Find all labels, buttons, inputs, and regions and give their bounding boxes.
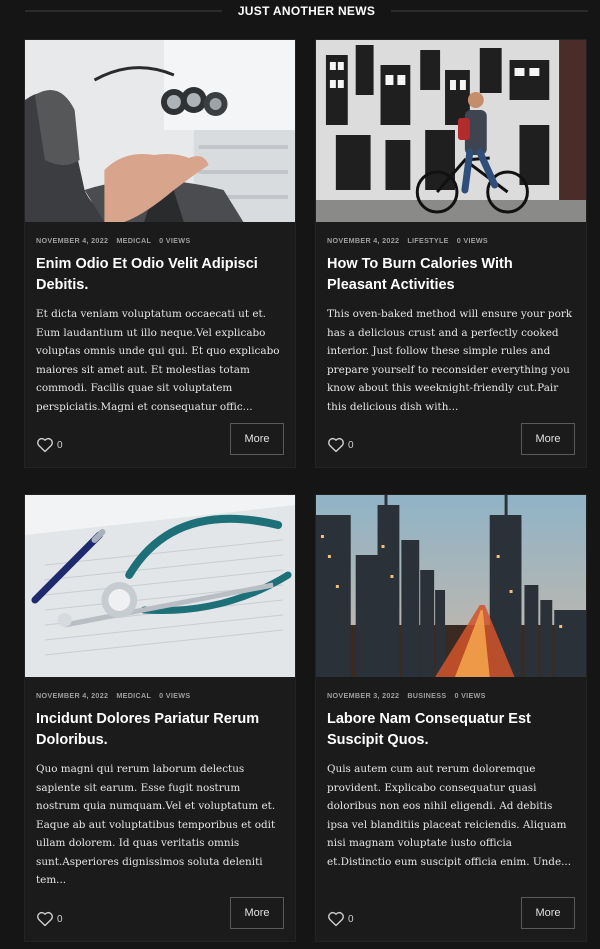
- like-count: 0: [57, 439, 63, 451]
- post-meta: NOVEMBER 3, 2022 BUSINESS 0 VIEWS: [327, 691, 574, 700]
- post-views: 0 VIEWS: [159, 691, 191, 700]
- section-title: JUST ANOTHER NEWS: [237, 4, 376, 18]
- more-button[interactable]: More: [230, 423, 284, 455]
- post-title[interactable]: Incidunt Dolores Pariatur Rerum Doloribu…: [36, 709, 283, 751]
- post-excerpt: Quis autem cum aut rerum doloremque prov…: [327, 763, 572, 868]
- like-count: 0: [348, 913, 354, 925]
- post-meta: NOVEMBER 4, 2022 MEDICAL 0 VIEWS: [36, 691, 283, 700]
- header-divider-left: [25, 10, 222, 12]
- post-image-city-skyline[interactable]: [316, 495, 586, 677]
- post-footer: 0 More: [36, 896, 284, 929]
- post-image-stethoscope[interactable]: [25, 495, 295, 677]
- post-card-2: NOVEMBER 4, 2022 LIFESTYLE 0 VIEWS How T…: [315, 39, 587, 468]
- post-views: 0 VIEWS: [159, 236, 191, 245]
- post-card-1: NOVEMBER 4, 2022 MEDICAL 0 VIEWS Enim Od…: [24, 39, 296, 468]
- post-category[interactable]: MEDICAL: [116, 236, 151, 245]
- heart-icon: [328, 437, 344, 453]
- heart-icon: [37, 437, 53, 453]
- post-date[interactable]: NOVEMBER 4, 2022: [36, 236, 108, 245]
- like-count: 0: [57, 913, 63, 925]
- post-date[interactable]: NOVEMBER 4, 2022: [327, 236, 399, 245]
- heart-icon: [328, 911, 344, 927]
- post-excerpt: Et dicta veniam voluptatum occaecati ut …: [36, 308, 280, 413]
- post-footer: 0 More: [327, 422, 575, 455]
- heart-icon: [37, 911, 53, 927]
- post-footer: 0 More: [327, 896, 575, 929]
- post-category[interactable]: BUSINESS: [407, 691, 446, 700]
- post-date[interactable]: NOVEMBER 3, 2022: [327, 691, 399, 700]
- post-image-dental-equipment[interactable]: [25, 40, 295, 222]
- like-control[interactable]: 0: [327, 911, 354, 927]
- like-control[interactable]: 0: [327, 437, 354, 453]
- section-header: JUST ANOTHER NEWS: [25, 0, 588, 22]
- post-image-cyclist-mural[interactable]: [316, 40, 586, 222]
- post-category[interactable]: MEDICAL: [116, 691, 151, 700]
- post-date[interactable]: NOVEMBER 4, 2022: [36, 691, 108, 700]
- post-title[interactable]: Labore Nam Consequatur Est Suscipit Quos…: [327, 709, 574, 751]
- post-footer: 0 More: [36, 422, 284, 455]
- post-views: 0 VIEWS: [456, 236, 489, 245]
- post-card-4: NOVEMBER 3, 2022 BUSINESS 0 VIEWS Labore…: [315, 494, 587, 942]
- more-button[interactable]: More: [230, 897, 284, 929]
- like-control[interactable]: 0: [36, 437, 63, 453]
- post-meta: NOVEMBER 4, 2022 MEDICAL 0 VIEWS: [36, 236, 283, 245]
- post-excerpt: This oven-baked method will ensure your …: [327, 308, 573, 413]
- post-title[interactable]: Enim Odio Et Odio Velit Adipisci Debitis…: [36, 254, 283, 296]
- post-meta: NOVEMBER 4, 2022 LIFESTYLE 0 VIEWS: [327, 236, 574, 245]
- post-views: 0 VIEWS: [454, 691, 486, 700]
- header-divider-right: [391, 10, 588, 12]
- post-card-3: NOVEMBER 4, 2022 MEDICAL 0 VIEWS Incidun…: [24, 494, 296, 942]
- post-title[interactable]: How To Burn Calories With Pleasant Activ…: [327, 254, 574, 296]
- like-count: 0: [348, 439, 354, 451]
- more-button[interactable]: More: [521, 897, 575, 929]
- post-category[interactable]: LIFESTYLE: [407, 236, 448, 245]
- like-control[interactable]: 0: [36, 911, 63, 927]
- post-excerpt: Quo magni qui rerum laborum delectus sap…: [36, 763, 276, 886]
- more-button[interactable]: More: [521, 423, 575, 455]
